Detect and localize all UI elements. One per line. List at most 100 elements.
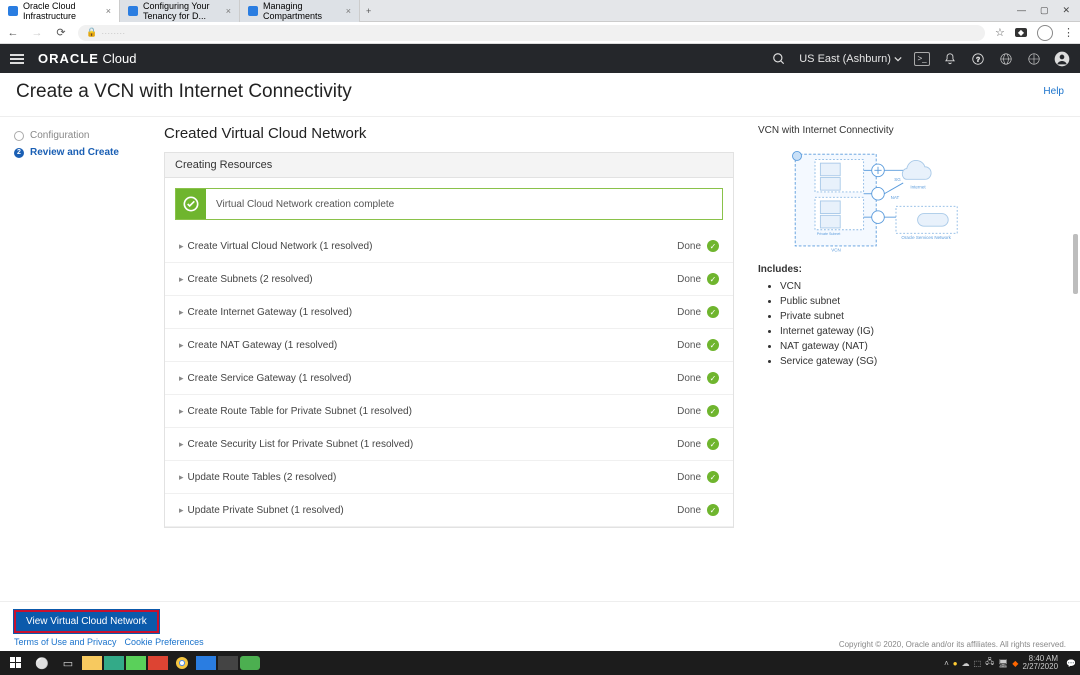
resource-status: Done ✓ xyxy=(677,471,719,483)
resource-status: Done ✓ xyxy=(677,504,719,516)
app-icon[interactable] xyxy=(148,656,168,670)
tray-icon[interactable]: ☁ xyxy=(962,659,970,668)
scroll-thumb[interactable] xyxy=(1073,234,1078,294)
tray-icon[interactable]: 🖧 xyxy=(985,656,994,670)
search-icon[interactable]: ⚪ xyxy=(30,653,54,673)
profile-icon[interactable] xyxy=(1037,25,1053,41)
region-label: US East (Ashburn) xyxy=(799,53,891,65)
user-icon[interactable] xyxy=(1054,51,1070,67)
menu-icon[interactable]: ⋮ xyxy=(1063,26,1074,39)
view-vcn-button[interactable]: View Virtual Cloud Network xyxy=(14,610,159,633)
completion-banner: Virtual Cloud Network creation complete xyxy=(175,188,723,220)
forward-icon[interactable]: → xyxy=(30,27,44,39)
scrollbar[interactable] xyxy=(1073,44,1078,649)
step-configuration[interactable]: Configuration xyxy=(14,127,160,144)
resource-row[interactable]: ▸Update Private Subnet (1 resolved)Done … xyxy=(165,494,733,527)
resource-label: Create NAT Gateway (1 resolved) xyxy=(188,340,338,351)
resource-row[interactable]: ▸Update Route Tables (2 resolved)Done ✓ xyxy=(165,461,733,494)
resource-row[interactable]: ▸Create NAT Gateway (1 resolved)Done ✓ xyxy=(165,329,733,362)
svg-text:NAT: NAT xyxy=(891,195,900,200)
chevron-right-icon: ▸ xyxy=(179,340,184,351)
tray-icon[interactable]: ● xyxy=(953,659,958,668)
date-text: 2/27/2020 xyxy=(1022,663,1058,671)
app-icon[interactable] xyxy=(196,656,216,670)
resource-status: Done ✓ xyxy=(677,372,719,384)
favicon-icon xyxy=(8,6,18,16)
notification-icon[interactable]: 💬 xyxy=(1066,659,1076,668)
help-link[interactable]: Help xyxy=(1043,86,1064,97)
page-content: Create a VCN with Internet Connectivity … xyxy=(0,73,1080,633)
close-icon[interactable]: × xyxy=(226,6,231,16)
includes-heading: Includes: xyxy=(758,264,1064,275)
wizard-steps: Configuration 2 Review and Create xyxy=(0,117,160,633)
windows-taskbar: ⚪ ▭ ˄ ● ☁ ⬚ 🖧 🖥 ◆ 8:40 AM 2/27/2020 💬 xyxy=(0,651,1080,675)
check-icon: ✓ xyxy=(707,504,719,516)
minimize-icon[interactable]: — xyxy=(1017,5,1026,16)
chrome-icon[interactable] xyxy=(170,653,194,673)
brand-logo: ORACLE Cloud xyxy=(38,51,136,66)
language-icon[interactable] xyxy=(998,51,1014,67)
svg-text:VCN: VCN xyxy=(831,247,841,252)
close-window-icon[interactable]: ✕ xyxy=(1062,5,1070,16)
chevron-right-icon: ▸ xyxy=(179,373,184,384)
cookie-link[interactable]: Cookie Preferences xyxy=(125,637,204,647)
search-icon[interactable] xyxy=(771,51,787,67)
check-icon: ✓ xyxy=(707,438,719,450)
brand-bold: ORACLE xyxy=(38,51,99,66)
menu-icon[interactable] xyxy=(10,54,24,64)
tray-up-icon[interactable]: ˄ xyxy=(944,659,949,668)
step-number-icon: 2 xyxy=(14,148,24,158)
svg-text:Oracle Services Network: Oracle Services Network xyxy=(901,235,951,240)
bell-icon[interactable] xyxy=(942,51,958,67)
url-text: ········ xyxy=(101,28,125,38)
tray-icon[interactable]: ⬚ xyxy=(974,659,982,668)
maximize-icon[interactable]: ▢ xyxy=(1040,5,1049,16)
help-icon[interactable]: ? xyxy=(970,51,986,67)
close-icon[interactable]: × xyxy=(346,6,351,16)
clock[interactable]: 8:40 AM 2/27/2020 xyxy=(1022,655,1062,671)
browser-tab[interactable]: Managing Compartments × xyxy=(240,0,360,22)
back-icon[interactable]: ← xyxy=(6,27,20,39)
app-icon[interactable] xyxy=(240,656,260,670)
resource-row[interactable]: ▸Create Security List for Private Subnet… xyxy=(165,428,733,461)
step-review[interactable]: 2 Review and Create xyxy=(14,144,160,161)
check-icon: ✓ xyxy=(707,372,719,384)
resource-status: Done ✓ xyxy=(677,240,719,252)
region-selector[interactable]: US East (Ashburn) xyxy=(799,53,902,65)
browser-tab-active[interactable]: Oracle Cloud Infrastructure × xyxy=(0,0,120,22)
extension-icon[interactable]: ◆ xyxy=(1015,28,1027,37)
address-input[interactable]: 🔒 ········ xyxy=(78,25,985,41)
console-icon[interactable]: >_ xyxy=(914,52,930,66)
step-label: Configuration xyxy=(30,130,89,141)
explorer-icon[interactable] xyxy=(82,656,102,670)
app-icon[interactable] xyxy=(126,656,146,670)
start-icon[interactable] xyxy=(4,653,28,673)
app-icon[interactable] xyxy=(218,656,238,670)
resource-row[interactable]: ▸Create Route Table for Private Subnet (… xyxy=(165,395,733,428)
window-controls: — ▢ ✕ xyxy=(1017,5,1080,16)
star-icon[interactable]: ☆ xyxy=(995,26,1005,39)
section-heading: Created Virtual Cloud Network xyxy=(164,125,734,142)
resource-row[interactable]: ▸Create Service Gateway (1 resolved)Done… xyxy=(165,362,733,395)
browser-tab[interactable]: Configuring Your Tenancy for D... × xyxy=(120,0,240,22)
main-panel: Created Virtual Cloud Network Creating R… xyxy=(164,125,734,633)
close-icon[interactable]: × xyxy=(106,6,111,16)
check-icon: ✓ xyxy=(707,273,719,285)
terms-link[interactable]: Terms of Use and Privacy xyxy=(14,637,117,647)
resource-status: Done ✓ xyxy=(677,405,719,417)
favicon-icon xyxy=(128,6,138,16)
taskview-icon[interactable]: ▭ xyxy=(56,653,80,673)
tray-icon[interactable]: 🖥 xyxy=(998,659,1008,668)
new-tab-button[interactable]: + xyxy=(360,6,377,16)
step-number-icon xyxy=(14,131,24,141)
page-title: Create a VCN with Internet Connectivity xyxy=(16,81,352,103)
resource-row[interactable]: ▸Create Virtual Cloud Network (1 resolve… xyxy=(165,230,733,263)
app-icon[interactable] xyxy=(104,656,124,670)
resource-row[interactable]: ▸Create Internet Gateway (1 resolved)Don… xyxy=(165,296,733,329)
resource-row[interactable]: ▸Create Subnets (2 resolved)Done ✓ xyxy=(165,263,733,296)
lock-icon: 🔒 xyxy=(86,27,97,38)
step-label: Review and Create xyxy=(30,147,119,158)
reload-icon[interactable]: ⟳ xyxy=(54,26,68,39)
globe-icon[interactable] xyxy=(1026,51,1042,67)
tray-icon[interactable]: ◆ xyxy=(1012,659,1018,668)
